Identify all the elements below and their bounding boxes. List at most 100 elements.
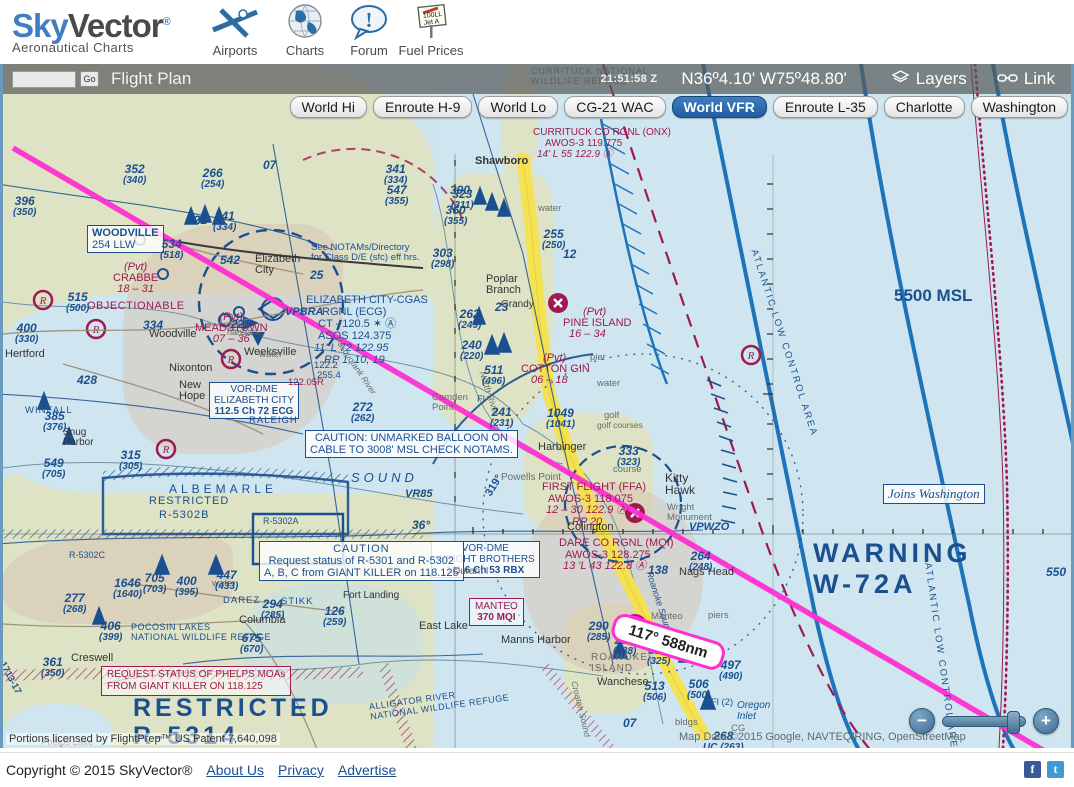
- fuel-sign-icon: 100LL Jet A: [392, 2, 470, 42]
- elevation-base-value: (340): [123, 175, 147, 186]
- town-label-manns-harbor: Manns Harbor: [501, 634, 571, 646]
- elevation-value: 400: [16, 321, 37, 335]
- feature-label-monument: Monument: [667, 512, 712, 523]
- elevation-label: 385 (376): [43, 410, 66, 434]
- facebook-icon[interactable]: f: [1024, 761, 1041, 778]
- elevation-value: 303: [432, 246, 453, 260]
- chart-tab-world-lo[interactable]: World Lo: [478, 96, 559, 118]
- elevation-label: 534 (518): [160, 238, 183, 262]
- elevation-base-value: (254): [201, 179, 225, 190]
- elevation-base-value: (298): [431, 259, 455, 270]
- elevation-base-value: (355): [444, 216, 468, 227]
- chart-tab-washington[interactable]: Washington: [970, 96, 1068, 118]
- elevation-label: 341 (334): [384, 163, 407, 187]
- caution-box-restricted-status: CAUTION Request status of R-5301 and R-5…: [259, 541, 464, 581]
- chart-tab-cg-21-wac[interactable]: CG-21 WAC: [564, 96, 666, 118]
- elevation-label: 421: [187, 214, 207, 226]
- chart-type-tabs: World Hi Enroute H-9 World Lo CG-21 WAC Worl…: [289, 96, 1068, 118]
- layers-button[interactable]: Layers: [891, 69, 967, 90]
- elevation-value: 241: [491, 405, 512, 419]
- nav-label-fuel-prices: Fuel Prices: [398, 43, 464, 58]
- airport-label-cotton-gin: (Pvt) COTTON GIN 06 – 18: [521, 352, 590, 386]
- elevation-label: 277 (268): [63, 592, 86, 616]
- elevation-label: 294 (285): [261, 598, 284, 622]
- elevation-value: 240: [461, 338, 482, 352]
- chart-tab-enroute-l-35[interactable]: Enroute L-35: [772, 96, 878, 118]
- elevation-base-value: (325): [647, 656, 671, 667]
- elevation-base-value: (248): [689, 562, 713, 573]
- altitude-label-5500-msl: 5500 MSL: [894, 286, 973, 305]
- elevation-base-value: (399): [99, 632, 123, 643]
- flight-plan-go-button[interactable]: Go: [80, 71, 99, 87]
- elevation-value: 07: [623, 716, 637, 730]
- elevation-label: 07: [623, 717, 636, 729]
- elevation-label: 315 (305): [119, 449, 142, 473]
- elevation-value: 138: [648, 563, 669, 577]
- nav-item-airports[interactable]: Airports: [196, 2, 274, 60]
- zoom-in-button[interactable]: +: [1033, 708, 1059, 734]
- elevation-base-value: (262): [351, 413, 375, 424]
- elevation-value: 255: [543, 227, 564, 241]
- elevation-value: 272: [352, 400, 373, 414]
- zoom-slider-track[interactable]: [942, 710, 1026, 734]
- elevation-base-value: (334): [384, 175, 408, 186]
- elevation-value: 447: [216, 568, 237, 582]
- elevation-value: 361: [42, 655, 63, 669]
- elevation-value: 226: [231, 317, 252, 331]
- elevation-label: 334: [143, 319, 163, 331]
- layers-stack-icon: [891, 69, 910, 90]
- elevation-value: 23: [495, 300, 509, 314]
- aeronautical-chart-map[interactable]: R R R R R WOODVILLE 254 LLW (Pvt) CRABBE…: [0, 64, 1074, 748]
- twitter-icon[interactable]: t: [1047, 761, 1064, 778]
- vfr-checkpoint-vpbra: VPBRA: [285, 306, 324, 318]
- water-label-sound: SOUND: [351, 470, 418, 485]
- elevation-base-value: (496): [482, 376, 506, 387]
- elevation-label: 07: [263, 159, 276, 171]
- elevation-label: 255 (250): [542, 228, 565, 252]
- town-label-fort-landing: Fort Landing: [343, 590, 400, 601]
- elevation-base-value: (334): [213, 222, 237, 233]
- link-button[interactable]: Link: [997, 69, 1055, 89]
- footer-link-privacy[interactable]: Privacy: [278, 762, 324, 778]
- chart-tab-charlotte[interactable]: Charlotte: [883, 96, 965, 118]
- copyright-text: Copyright © 2015 SkyVector®: [6, 762, 193, 778]
- elevation-value: 534: [161, 237, 182, 251]
- caution-box-phelps-moa: REQUEST STATUS OF PHELPS MOAs FROM GIANT…: [101, 666, 292, 696]
- elevation-label: 447 (433): [215, 569, 238, 593]
- flight-plan-input[interactable]: [12, 70, 76, 88]
- zoom-slider-handle[interactable]: [1006, 710, 1020, 734]
- site-logo[interactable]: SkyVector® Aeronautical Charts: [12, 4, 171, 56]
- elevation-base-value: (1041): [546, 419, 575, 430]
- footer-links: About Us Privacy Advertise: [192, 762, 396, 778]
- elevation-label: 1049 (1041): [546, 407, 575, 431]
- chart-tab-world-vfr[interactable]: World VFR: [671, 96, 767, 118]
- cursor-coordinates-display: N36º4.10' W75º48.80': [681, 69, 847, 88]
- chart-tab-enroute-h-9[interactable]: Enroute H-9: [372, 96, 473, 118]
- flight-plan-label[interactable]: Flight Plan: [111, 69, 191, 89]
- elevation-value: 262: [459, 307, 480, 321]
- elevation-value: 341: [385, 162, 406, 176]
- elevation-label: 428: [77, 374, 97, 386]
- waypoint-label-darez: DAREZ: [223, 595, 261, 606]
- elevation-label: 262 (249): [458, 308, 481, 332]
- nav-item-fuel-prices[interactable]: 100LL Jet A Fuel Prices: [392, 2, 470, 60]
- footer-link-about-us[interactable]: About Us: [206, 762, 264, 778]
- elevation-label: 1646 (1640): [113, 577, 142, 601]
- town-label-harbinger: Harbinger: [538, 441, 587, 453]
- elevation-label: 547 (355): [385, 184, 408, 208]
- svg-text:!: !: [366, 8, 373, 32]
- logo-registered-mark: ®: [162, 16, 171, 28]
- chart-tab-world-hi[interactable]: World Hi: [289, 96, 367, 118]
- town-label-new-hope: New Hope: [179, 379, 206, 402]
- elevation-value: 385: [44, 409, 65, 423]
- elevation-value: 515: [67, 290, 88, 304]
- elevation-label: 506 (500): [687, 678, 710, 702]
- footer-link-advertise[interactable]: Advertise: [338, 762, 396, 778]
- elevation-base-value: (231): [490, 418, 514, 429]
- town-label-powells-point: Powells Point: [501, 472, 562, 483]
- town-label-snug-harbor: Snug Harbor: [63, 427, 94, 448]
- nav-label-airports: Airports: [212, 43, 258, 58]
- elevation-base-value: (355): [385, 196, 409, 207]
- elevation-label: 240 (220): [460, 339, 483, 363]
- elevation-value: 25: [310, 268, 324, 282]
